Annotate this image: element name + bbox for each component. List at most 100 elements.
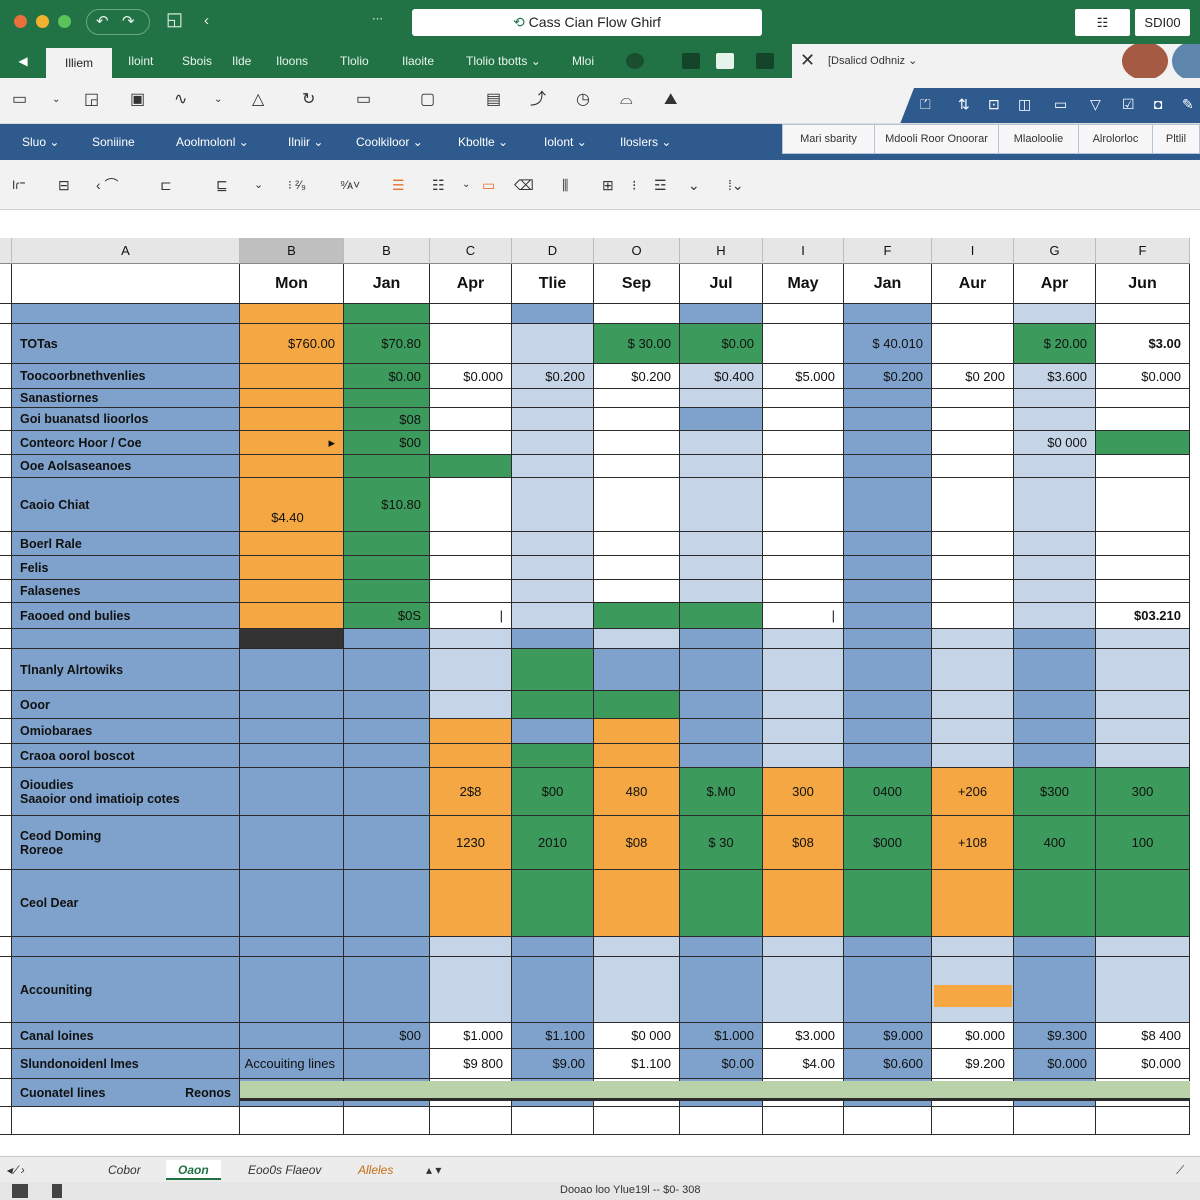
- data-cell[interactable]: $000: [844, 816, 932, 870]
- data-cell[interactable]: [430, 324, 512, 364]
- data-cell[interactable]: [430, 870, 512, 937]
- data-cell[interactable]: $03.210: [1096, 603, 1190, 629]
- row-number[interactable]: [0, 364, 12, 389]
- cycle-icon[interactable]: ↻: [302, 90, 315, 110]
- data-cell[interactable]: [240, 957, 344, 1023]
- data-cell[interactable]: $4.00: [763, 1049, 844, 1079]
- data-cell[interactable]: [240, 649, 344, 691]
- data-cell[interactable]: [932, 408, 1014, 431]
- row-number[interactable]: [0, 580, 12, 603]
- row-number[interactable]: [0, 691, 12, 719]
- data-cell[interactable]: [512, 478, 594, 532]
- data-cell[interactable]: [430, 431, 512, 455]
- data-cell[interactable]: $08: [344, 408, 430, 431]
- tab-item[interactable]: Iloons: [276, 44, 308, 78]
- data-cell[interactable]: 300: [1096, 768, 1190, 816]
- data-cell[interactable]: [240, 719, 344, 744]
- data-cell[interactable]: [512, 408, 594, 431]
- data-cell[interactable]: [680, 478, 763, 532]
- currency-icon[interactable]: ⁝ ²⁄₉: [288, 175, 306, 195]
- data-cell[interactable]: $9.00: [512, 1049, 594, 1079]
- table-icon[interactable]: ▭: [12, 90, 27, 110]
- data-cell[interactable]: $0.000: [932, 1023, 1014, 1049]
- data-cell[interactable]: [763, 532, 844, 556]
- data-cell[interactable]: [594, 603, 680, 629]
- data-cell[interactable]: $1.100: [512, 1023, 594, 1049]
- data-cell[interactable]: [1096, 957, 1190, 1023]
- data-cell[interactable]: [240, 1107, 344, 1135]
- data-cell[interactable]: 0400: [844, 768, 932, 816]
- data-cell[interactable]: |: [430, 603, 512, 629]
- data-cell[interactable]: [1096, 478, 1190, 532]
- column-header[interactable]: O: [594, 238, 680, 264]
- tab-item[interactable]: Ilaoite: [402, 44, 434, 78]
- data-cell[interactable]: [844, 744, 932, 768]
- filter-icon[interactable]: ⏍: [920, 96, 931, 113]
- data-cell[interactable]: [844, 649, 932, 691]
- data-cell[interactable]: $ 40.010: [844, 324, 932, 364]
- data-cell[interactable]: [512, 455, 594, 478]
- rectangle-icon[interactable]: ▢: [420, 90, 435, 110]
- data-cell[interactable]: [932, 532, 1014, 556]
- data-cell[interactable]: [594, 408, 680, 431]
- data-cell[interactable]: [430, 556, 512, 580]
- data-cell[interactable]: [344, 744, 430, 768]
- data-cell[interactable]: [932, 870, 1014, 937]
- data-cell[interactable]: $70.80: [344, 324, 430, 364]
- percent-icon[interactable]: ⁹⁄ᴀ˅: [340, 175, 360, 195]
- data-cell[interactable]: [1014, 603, 1096, 629]
- data-cell[interactable]: [430, 478, 512, 532]
- data-cell[interactable]: [763, 629, 844, 649]
- data-cell[interactable]: $1.000: [680, 1023, 763, 1049]
- data-cell[interactable]: [344, 768, 430, 816]
- data-cell[interactable]: $10.80: [344, 478, 430, 532]
- data-cell[interactable]: [680, 870, 763, 937]
- triangle-icon[interactable]: △: [252, 90, 264, 110]
- mountain-icon[interactable]: ⛰: [664, 90, 677, 110]
- data-cell[interactable]: [430, 691, 512, 719]
- data-cell[interactable]: [512, 957, 594, 1023]
- data-cell[interactable]: [680, 532, 763, 556]
- row-number[interactable]: [0, 603, 12, 629]
- redo-icon[interactable]: ↷: [122, 12, 135, 30]
- data-cell[interactable]: [680, 580, 763, 603]
- data-cell[interactable]: $ 30.00: [594, 324, 680, 364]
- menu-item[interactable]: Iolont ⌄: [544, 124, 587, 160]
- data-cell[interactable]: [240, 603, 344, 629]
- row-number[interactable]: [0, 1049, 12, 1079]
- data-cell[interactable]: [344, 816, 430, 870]
- data-cell[interactable]: $3.00: [1096, 324, 1190, 364]
- data-cell[interactable]: $.M0: [680, 768, 763, 816]
- data-cell[interactable]: [680, 1107, 763, 1135]
- maximize-dot-icon[interactable]: [58, 15, 71, 28]
- data-cell[interactable]: [844, 389, 932, 408]
- tab-item[interactable]: Sbois: [182, 44, 212, 78]
- chevron-down-icon[interactable]: ⌄: [52, 90, 60, 110]
- chevron-down-icon[interactable]: ⌄: [688, 175, 700, 195]
- data-cell[interactable]: [844, 870, 932, 937]
- row-number[interactable]: [0, 556, 12, 580]
- user-icon[interactable]: [626, 53, 644, 69]
- data-cell[interactable]: [1096, 744, 1190, 768]
- data-cell[interactable]: [240, 744, 344, 768]
- data-cell[interactable]: [512, 629, 594, 649]
- data-cell[interactable]: [512, 532, 594, 556]
- data-cell[interactable]: [344, 556, 430, 580]
- data-cell[interactable]: [932, 389, 1014, 408]
- data-cell[interactable]: [512, 324, 594, 364]
- data-cell[interactable]: [932, 719, 1014, 744]
- data-cell[interactable]: [430, 744, 512, 768]
- data-cell[interactable]: [1096, 691, 1190, 719]
- sheet-tab[interactable]: Alleles: [346, 1160, 405, 1180]
- data-cell[interactable]: [430, 719, 512, 744]
- data-cell[interactable]: $08: [763, 816, 844, 870]
- border-icon[interactable]: ⊟: [58, 175, 70, 195]
- list-icon[interactable]: ☷: [432, 175, 445, 195]
- data-cell[interactable]: [1096, 870, 1190, 937]
- row-number[interactable]: [0, 1107, 12, 1135]
- menu-right-tab[interactable]: Mlaoloolie: [999, 125, 1079, 153]
- close-icon[interactable]: ✕: [800, 50, 815, 71]
- data-cell[interactable]: $08: [594, 816, 680, 870]
- data-cell[interactable]: [763, 1107, 844, 1135]
- data-cell[interactable]: [1096, 580, 1190, 603]
